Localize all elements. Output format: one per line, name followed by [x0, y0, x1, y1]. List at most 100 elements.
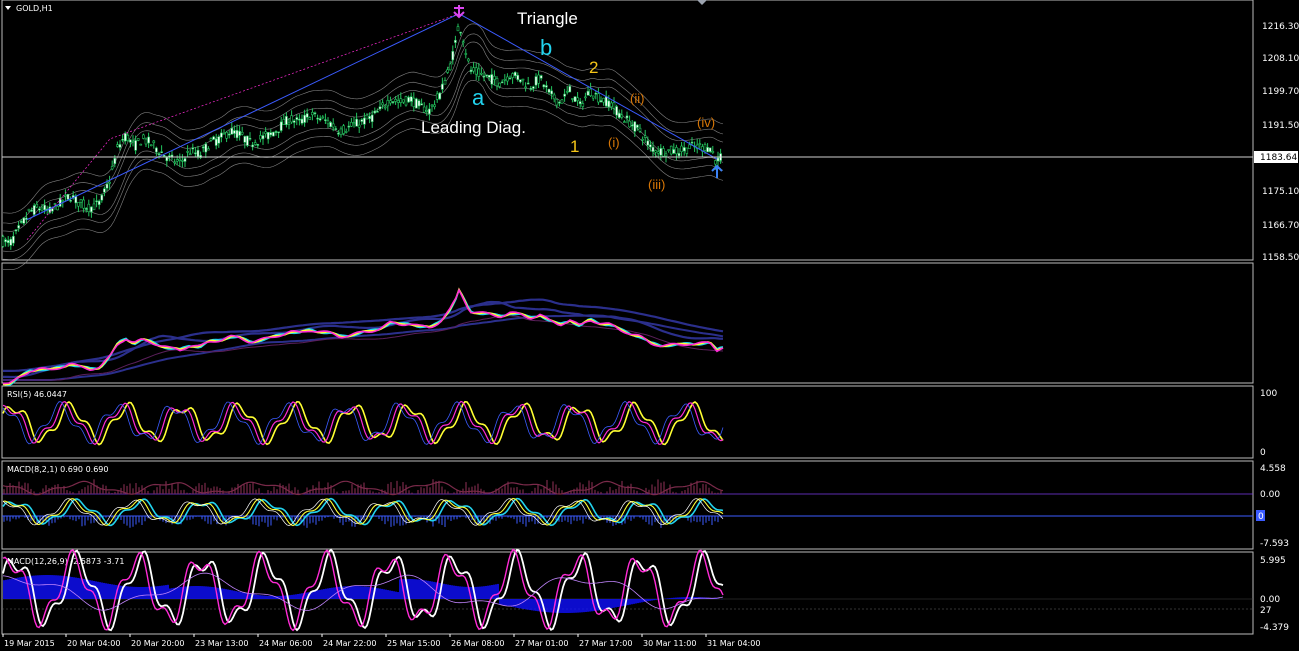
price-tick: 1199.70 — [1262, 87, 1299, 97]
price-tick: 1216.30 — [1262, 22, 1299, 32]
candle-body — [160, 151, 163, 153]
candle-body — [612, 102, 616, 109]
candle-body — [607, 100, 611, 108]
annotation-2: 2 — [589, 58, 598, 77]
candle-body — [412, 97, 416, 107]
candle-body — [651, 146, 655, 152]
candle-body — [396, 100, 400, 103]
candle-body — [394, 99, 397, 102]
candle-body — [38, 208, 41, 211]
candle-body — [428, 108, 431, 115]
macd-fast-axis-top: 4.558 — [1260, 464, 1286, 474]
candle-body — [402, 99, 405, 103]
candle-body — [32, 205, 36, 215]
candle-body — [87, 203, 91, 213]
candle-body — [123, 133, 127, 142]
candle-body — [9, 238, 13, 246]
candle-body — [326, 120, 330, 125]
candle-body — [6, 240, 10, 243]
candle-body — [147, 136, 150, 144]
candle-body — [511, 73, 514, 78]
candle-body — [524, 86, 527, 89]
candle-body — [240, 132, 244, 135]
current-price-value: 1183.64 — [1260, 153, 1297, 163]
candle-body — [500, 81, 504, 84]
candle-body — [95, 200, 98, 203]
candle-body — [259, 135, 262, 140]
candle-body — [690, 141, 694, 144]
candle-body — [305, 113, 309, 118]
annotation-leading-diag: Leading Diag. — [421, 118, 526, 137]
candle-body — [207, 148, 210, 151]
candle-body — [482, 75, 486, 78]
candle-body — [594, 92, 598, 95]
candle-body — [441, 83, 444, 90]
candle-body — [532, 86, 535, 89]
candle-body — [209, 138, 213, 141]
ma-pane-frame — [1, 262, 1254, 384]
candle-body — [490, 74, 494, 85]
time-label: 20 Mar 04:00 — [67, 639, 120, 648]
candle-body — [264, 131, 267, 135]
candle-body — [547, 88, 551, 93]
candle-body — [113, 158, 117, 164]
candle-body — [459, 31, 462, 34]
candle-body — [537, 74, 540, 84]
candle-body — [339, 128, 343, 135]
candle-body — [77, 201, 80, 207]
chart-window: GOLD,H1 1183.64 1216.30 1208.10 1199.70 … — [0, 0, 1299, 648]
candle-body — [636, 124, 639, 128]
candle-body — [56, 206, 59, 211]
candle-body — [672, 149, 676, 154]
candle-body — [669, 145, 673, 155]
candle-body — [298, 118, 301, 121]
time-label: 30 Mar 11:00 — [643, 639, 696, 648]
candle-body — [534, 76, 538, 86]
candle-body — [69, 200, 72, 202]
price-tick: 1166.70 — [1262, 221, 1299, 231]
candle-body — [19, 221, 23, 223]
candle-body — [433, 104, 436, 108]
candle-body — [183, 158, 187, 162]
rsi-axis-bottom: 0 — [1260, 448, 1266, 458]
candle-body — [503, 79, 507, 81]
candle-body — [100, 194, 104, 201]
candle-body — [295, 117, 299, 120]
candle-body — [175, 159, 179, 162]
candle-body — [222, 132, 226, 135]
candle-body — [376, 111, 379, 113]
candle-body — [97, 200, 101, 205]
candle-body — [480, 72, 483, 75]
candle-body — [173, 161, 176, 164]
candle-body — [555, 98, 559, 106]
macd-fast-marker-value: 0 — [1258, 512, 1264, 522]
candle-body — [329, 122, 332, 128]
candle-body — [334, 128, 338, 130]
candle-body — [430, 104, 434, 107]
candle-body — [435, 93, 439, 100]
candle-body — [714, 160, 717, 165]
annotation-ii: (ii) — [630, 91, 644, 106]
candle-body — [643, 135, 647, 138]
candle-body — [558, 101, 561, 104]
candle-body — [256, 144, 260, 146]
candle-body — [220, 132, 223, 138]
candle-body — [360, 119, 364, 122]
candle-body — [233, 130, 236, 134]
candle-body — [170, 154, 174, 157]
candle-body — [342, 125, 345, 134]
candle-body — [617, 112, 621, 118]
candle-body — [565, 90, 569, 93]
candle-body — [506, 76, 509, 82]
time-label: 27 Mar 17:00 — [579, 639, 632, 648]
candle-body — [529, 88, 533, 90]
macd-fast-axis-zero: 0.00 — [1260, 490, 1280, 500]
candle-body — [157, 153, 161, 155]
annotation-triangle: Triangle — [517, 9, 578, 28]
candle-body — [134, 140, 137, 151]
candle-body — [269, 132, 273, 136]
annotation-iv: (iv) — [697, 115, 715, 130]
candle-body — [521, 78, 525, 81]
candle-body — [659, 148, 663, 156]
candle-body — [201, 146, 205, 149]
